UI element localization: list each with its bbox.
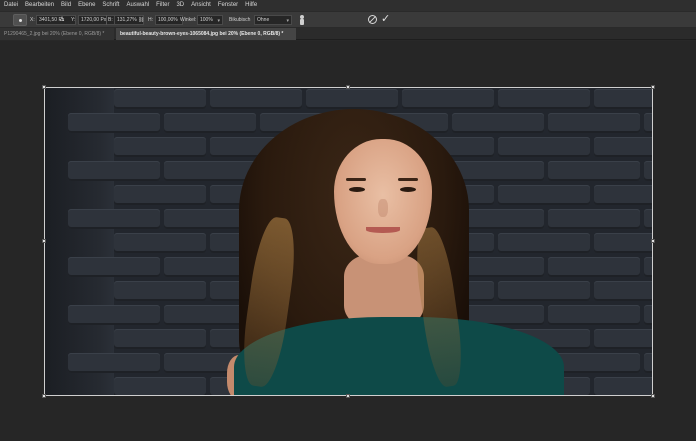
- eyebrow: [346, 178, 366, 181]
- menu-file[interactable]: Datei: [4, 0, 18, 11]
- eyebrow: [398, 178, 418, 181]
- brick: [164, 113, 256, 133]
- brick: [68, 305, 160, 325]
- brick: [114, 377, 206, 396]
- wall-shadow: [44, 87, 114, 396]
- document-tab-bar: P1290465_2.jpg bei 20% (Ebene 0, RGB/8) …: [0, 28, 696, 40]
- interpolation-dropdown[interactable]: 100% ▾: [197, 15, 223, 25]
- tab-document-1[interactable]: P1290465_2.jpg bei 20% (Ebene 0, RGB/8) …: [0, 28, 114, 40]
- menu-view[interactable]: Ansicht: [191, 0, 211, 11]
- brick: [498, 137, 590, 157]
- brick: [644, 257, 653, 277]
- reference-point-button[interactable]: [13, 14, 27, 26]
- angle-label: Winkel:: [180, 17, 197, 23]
- menu-window[interactable]: Fenster: [218, 0, 238, 11]
- brick: [644, 113, 653, 133]
- brick: [548, 209, 640, 229]
- brick: [548, 305, 640, 325]
- brick: [594, 377, 653, 396]
- y-label: Y:: [71, 17, 76, 23]
- brick: [594, 89, 653, 109]
- delta-icon[interactable]: Δ: [60, 15, 64, 25]
- brick: [114, 329, 206, 349]
- mouth: [366, 227, 400, 233]
- brick: [306, 89, 398, 109]
- eye: [349, 187, 365, 192]
- brick: [68, 353, 160, 373]
- brick: [68, 113, 160, 133]
- brick: [498, 89, 590, 109]
- brick: [594, 185, 653, 205]
- height-label: H:: [148, 17, 153, 23]
- commit-transform-icon[interactable]: ✓: [381, 13, 390, 26]
- cancel-transform-icon[interactable]: [368, 15, 377, 24]
- menu-filter[interactable]: Filter: [156, 0, 169, 11]
- menu-help[interactable]: Hilfe: [245, 0, 257, 11]
- x-field[interactable]: 3401,50 Px: [36, 15, 76, 25]
- brick: [498, 281, 590, 301]
- brick: [114, 185, 206, 205]
- menu-3d[interactable]: 3D: [176, 0, 184, 11]
- brick: [164, 161, 256, 181]
- brick: [114, 281, 206, 301]
- menu-image[interactable]: Bild: [61, 0, 71, 11]
- brick: [68, 161, 160, 181]
- x-label: X:: [30, 17, 35, 23]
- brick: [498, 233, 590, 253]
- menu-select[interactable]: Auswahl: [126, 0, 149, 11]
- puppet-warp-icon[interactable]: [299, 15, 305, 25]
- options-bar: X: 3401,50 Px Δ Y: 1720,00 Px B: 131,27%…: [0, 11, 696, 28]
- chevron-down-icon: ▾: [217, 18, 220, 24]
- warp-value: Ohne: [257, 17, 270, 23]
- brick: [644, 161, 653, 181]
- interpolation-value: 100%: [200, 17, 213, 23]
- brick: [594, 329, 653, 349]
- separator: [106, 15, 107, 25]
- tab-document-2[interactable]: beautiful-beauty-brown-eyes-1065084.jpg …: [116, 28, 296, 40]
- brick: [594, 281, 653, 301]
- chevron-down-icon: ▾: [286, 18, 289, 24]
- interpolation-label: Bikubisch: [229, 17, 251, 23]
- brick: [452, 161, 544, 181]
- brick: [644, 209, 653, 229]
- brick: [548, 257, 640, 277]
- brick: [114, 137, 206, 157]
- menu-bar: Datei Bearbeiten Bild Ebene Schrift Ausw…: [0, 0, 696, 11]
- brick: [498, 185, 590, 205]
- brick: [210, 89, 302, 109]
- portrait-photo[interactable]: [44, 87, 653, 396]
- brick: [114, 89, 206, 109]
- tab-label: beautiful-beauty-brown-eyes-1065084.jpg …: [120, 31, 284, 37]
- person-icon-body: [300, 19, 304, 25]
- brick: [548, 161, 640, 181]
- menu-type[interactable]: Schrift: [102, 0, 119, 11]
- height-field[interactable]: 100,00%: [155, 15, 183, 25]
- brick: [644, 353, 653, 373]
- brick: [68, 257, 160, 277]
- brick: [594, 137, 653, 157]
- brick: [644, 305, 653, 325]
- brick: [114, 233, 206, 253]
- brick: [402, 89, 494, 109]
- brick: [548, 113, 640, 133]
- link-icon[interactable]: ⛓: [138, 15, 144, 25]
- width-label: B:: [108, 17, 113, 23]
- brick: [452, 113, 544, 133]
- canvas-area[interactable]: [0, 41, 696, 441]
- brick: [594, 233, 653, 253]
- menu-layer[interactable]: Ebene: [78, 0, 95, 11]
- brick: [68, 209, 160, 229]
- warp-dropdown[interactable]: Ohne ▾: [254, 15, 292, 25]
- nose: [378, 199, 388, 217]
- tab-label: P1290465_2.jpg bei 20% (Ebene 0, RGB/8) …: [4, 31, 105, 37]
- eye: [400, 187, 416, 192]
- menu-edit[interactable]: Bearbeiten: [25, 0, 54, 11]
